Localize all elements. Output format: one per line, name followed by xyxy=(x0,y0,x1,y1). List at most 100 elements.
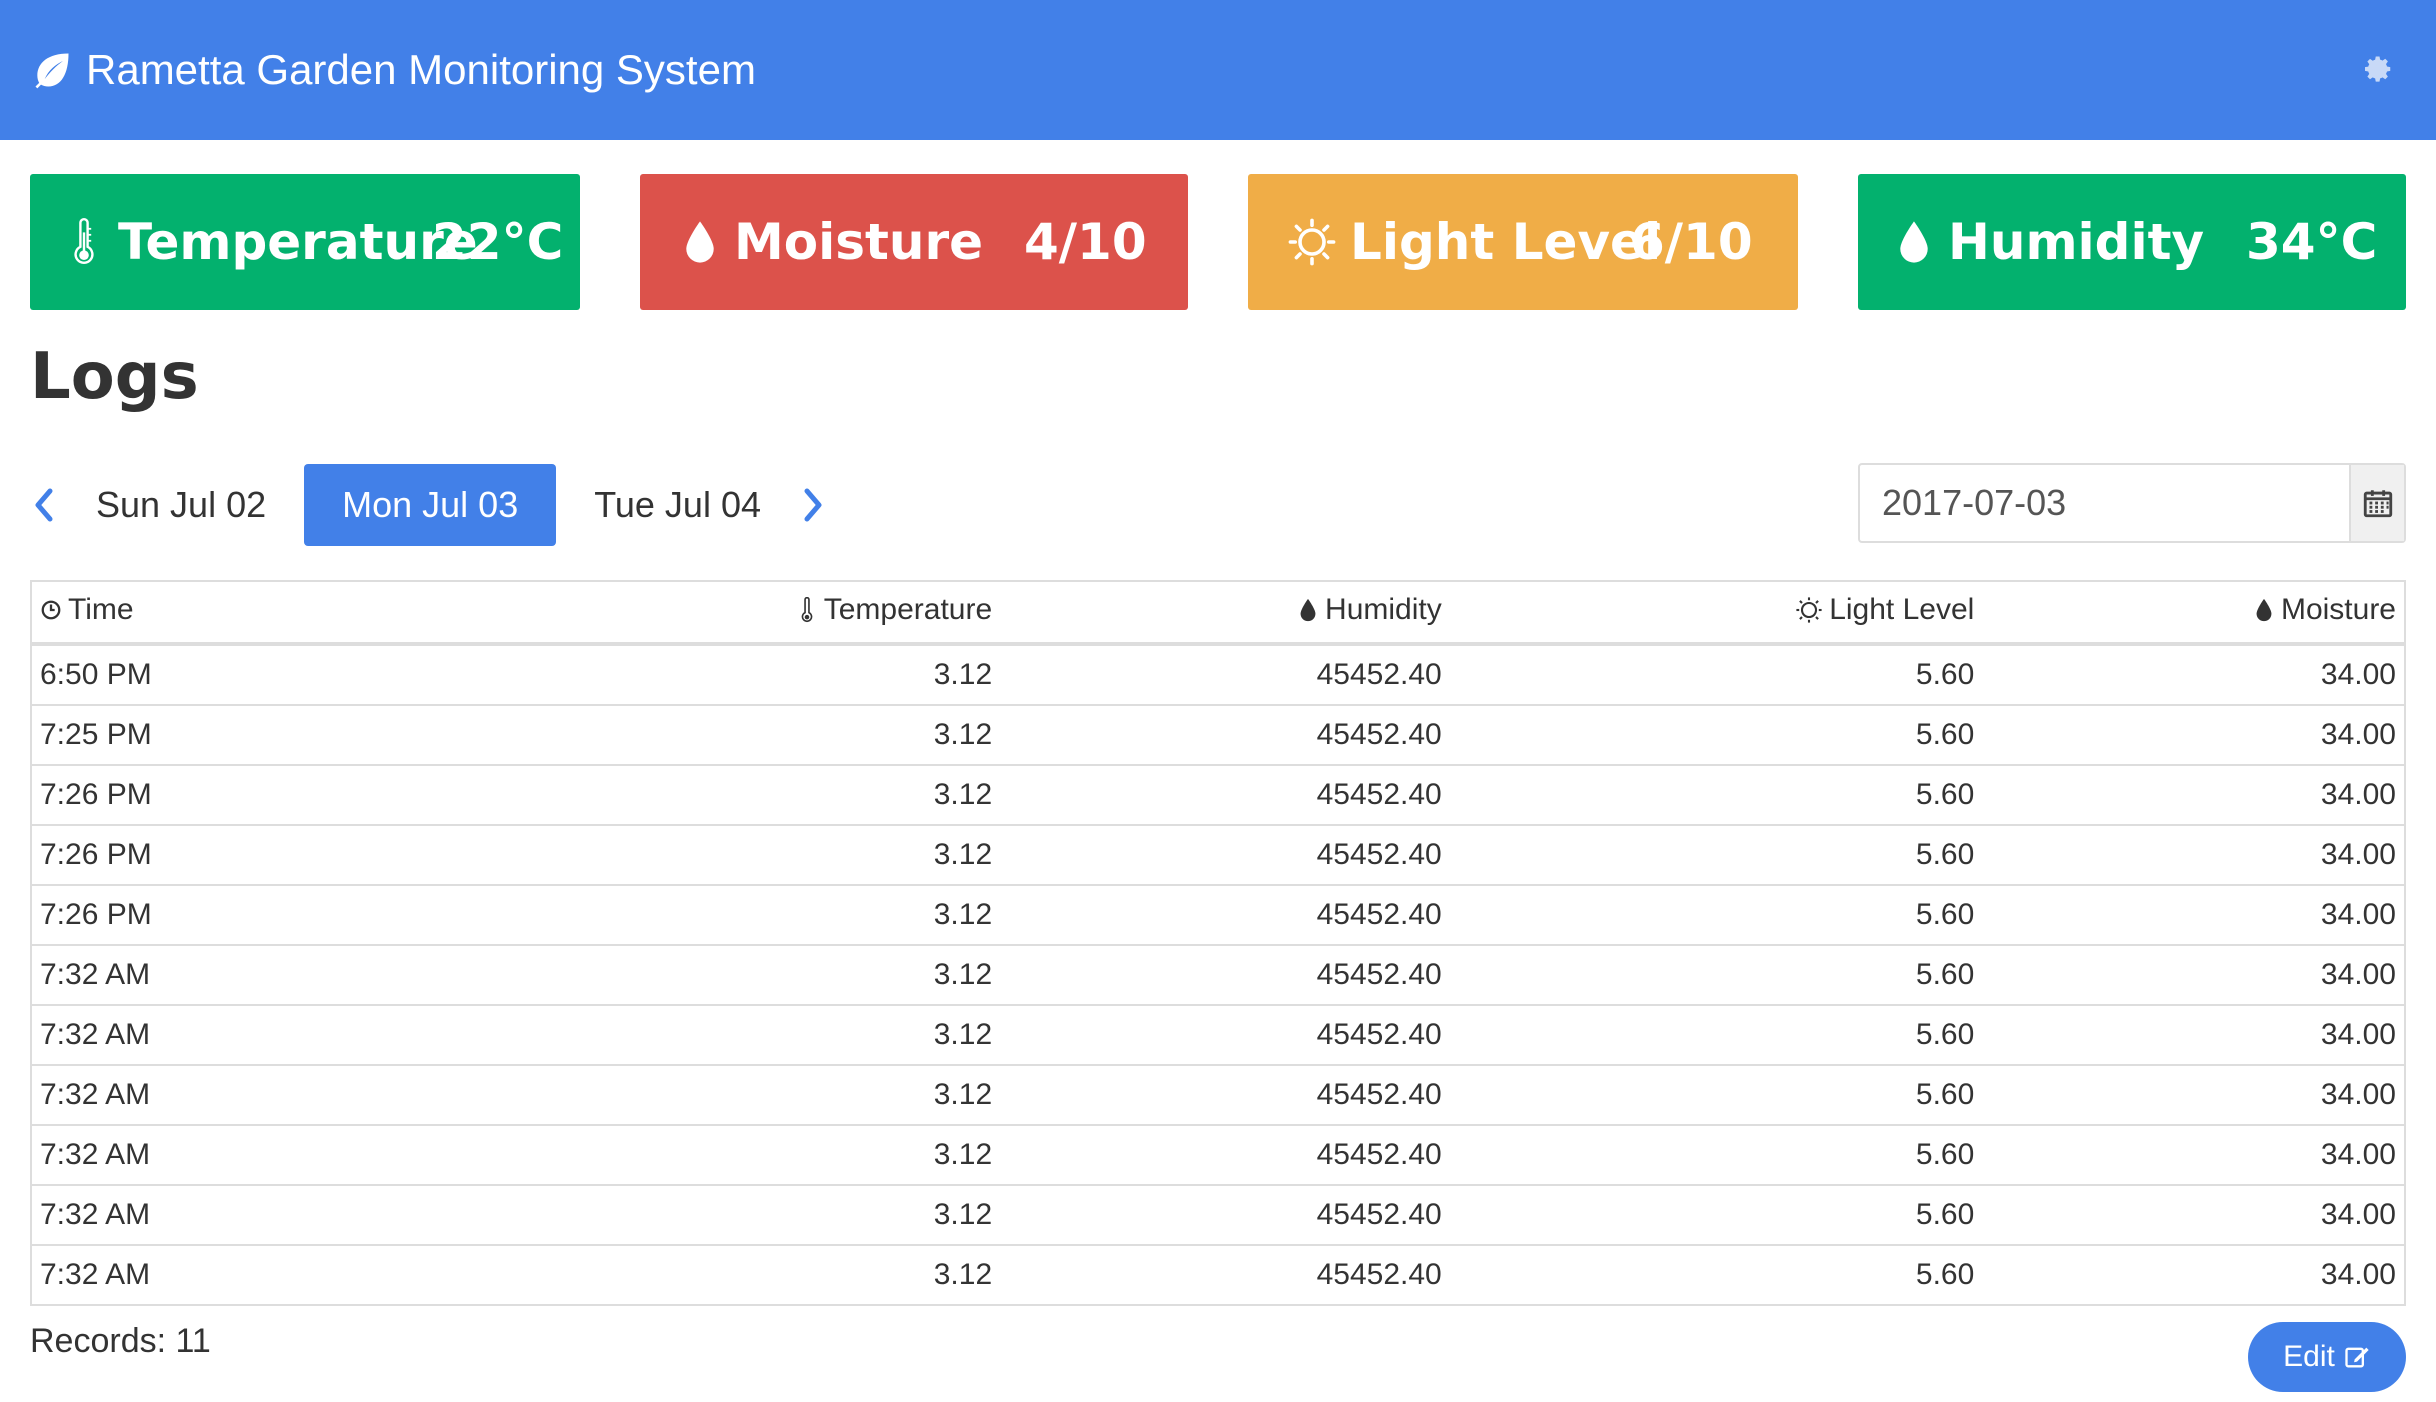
chevron-right-icon xyxy=(804,488,822,522)
cell-moisture: 34.00 xyxy=(1982,1004,2405,1065)
col-header-light-level[interactable]: Light Level xyxy=(1449,581,1983,646)
top-navbar: Rametta Garden Monitoring System xyxy=(0,0,2436,140)
logs-heading: Logs xyxy=(30,340,199,414)
col-header-time[interactable]: Time xyxy=(31,581,551,646)
cell-temperature: 3.12 xyxy=(550,704,1001,765)
next-day-arrow[interactable] xyxy=(799,485,827,525)
cell-humidity: 45452.40 xyxy=(1000,944,1450,1005)
col-header-moisture[interactable]: Moisture xyxy=(1982,581,2405,646)
moisture-card: Moisture 4/10 xyxy=(640,174,1188,310)
cell-moisture: 34.00 xyxy=(1982,1064,2405,1125)
cell-temperature: 3.12 xyxy=(550,884,1001,945)
date-link-prev[interactable]: Sun Jul 02 xyxy=(58,464,304,546)
app-title: Rametta Garden Monitoring System xyxy=(86,46,756,93)
cell-temperature: 3.12 xyxy=(550,1004,1001,1065)
cell-humidity: 45452.40 xyxy=(1000,884,1450,945)
cell-light-level: 5.60 xyxy=(1449,824,1983,885)
cell-light-level: 5.60 xyxy=(1449,1124,1983,1185)
moisture-label: Moisture xyxy=(734,213,984,271)
cell-time: 7:25 PM xyxy=(31,704,551,765)
col-header-temperature[interactable]: Temperature xyxy=(550,581,1001,646)
cell-moisture: 34.00 xyxy=(1982,1244,2405,1305)
chevron-left-icon xyxy=(35,488,53,522)
date-picker xyxy=(1858,463,2406,543)
humidity-label: Humidity xyxy=(1948,213,2205,271)
prev-day-arrow[interactable] xyxy=(30,485,58,525)
cell-light-level: 5.60 xyxy=(1449,884,1983,945)
drop-icon xyxy=(2256,598,2272,622)
thermometer-icon xyxy=(801,597,813,623)
cell-time: 7:32 AM xyxy=(31,1184,551,1245)
col-header-temperature-label: Temperature xyxy=(823,593,993,626)
gear-icon[interactable] xyxy=(2364,54,2394,84)
cell-moisture: 34.00 xyxy=(1982,643,2405,705)
date-link-current[interactable]: Mon Jul 03 xyxy=(304,464,557,546)
cell-time: 7:32 AM xyxy=(31,1124,551,1185)
cell-temperature: 3.12 xyxy=(550,1244,1001,1305)
cell-humidity: 45452.40 xyxy=(1000,764,1450,825)
col-header-moisture-label: Moisture xyxy=(2280,593,2396,626)
cell-light-level: 5.60 xyxy=(1449,643,1983,705)
table-row: 7:32 AM 3.12 45452.40 5.60 34.00 xyxy=(31,1064,2405,1125)
date-input[interactable] xyxy=(1860,465,2349,541)
cell-time: 7:26 PM xyxy=(31,884,551,945)
cell-temperature: 3.12 xyxy=(550,643,1001,705)
col-header-light-level-label: Light Level xyxy=(1829,592,1975,626)
cell-humidity: 45452.40 xyxy=(1000,704,1450,765)
humidity-value: 34°C xyxy=(2246,213,2378,271)
temperature-value: 22°C xyxy=(432,213,564,271)
col-header-time-label: Time xyxy=(68,593,134,626)
table-row: 7:26 PM 3.12 45452.40 5.60 34.00 xyxy=(31,764,2405,825)
cell-light-level: 5.60 xyxy=(1449,1184,1983,1245)
edit-button-label: Edit xyxy=(2283,1340,2335,1373)
col-header-humidity-label: Humidity xyxy=(1325,593,1442,626)
cell-temperature: 3.12 xyxy=(550,944,1001,1005)
cell-time: 7:32 AM xyxy=(31,1064,551,1125)
cell-light-level: 5.60 xyxy=(1449,1244,1983,1305)
cell-temperature: 3.12 xyxy=(550,764,1001,825)
cell-temperature: 3.12 xyxy=(550,824,1001,885)
leaf-icon xyxy=(35,53,69,89)
light-level-value: 6/10 xyxy=(1630,213,1753,271)
cell-moisture: 34.00 xyxy=(1982,704,2405,765)
cell-humidity: 45452.40 xyxy=(1000,1184,1450,1245)
col-header-humidity[interactable]: Humidity xyxy=(1000,581,1450,646)
cell-temperature: 3.12 xyxy=(550,1184,1001,1245)
cell-time: 7:26 PM xyxy=(31,824,551,885)
cell-humidity: 45452.40 xyxy=(1000,1244,1450,1305)
thermometer-icon xyxy=(74,218,94,264)
cell-light-level: 5.60 xyxy=(1449,944,1983,1005)
cell-time: 7:26 PM xyxy=(31,764,551,825)
cell-humidity: 45452.40 xyxy=(1000,1004,1450,1065)
temperature-card: Temperature 22°C xyxy=(30,174,580,310)
cell-humidity: 45452.40 xyxy=(1000,1124,1450,1185)
table-row: 7:32 AM 3.12 45452.40 5.60 34.00 xyxy=(31,1004,2405,1065)
edit-button[interactable]: Edit xyxy=(2248,1322,2406,1392)
calendar-icon xyxy=(2363,490,2392,518)
date-link-next[interactable]: Tue Jul 04 xyxy=(556,464,799,546)
humidity-card: Humidity 34°C xyxy=(1858,174,2406,310)
cell-humidity: 45452.40 xyxy=(1000,824,1450,885)
temperature-label: Temperature xyxy=(118,213,478,271)
cell-humidity: 45452.40 xyxy=(1000,1064,1450,1125)
logs-table: Time Temperature Humidity Light Level Mo… xyxy=(30,580,2406,1306)
table-row: 7:32 AM 3.12 45452.40 5.60 34.00 xyxy=(31,1244,2405,1305)
edit-icon xyxy=(2345,1347,2369,1368)
table-row: 7:32 AM 3.12 45452.40 5.60 34.00 xyxy=(31,1124,2405,1185)
cell-moisture: 34.00 xyxy=(1982,824,2405,885)
records-count: Records: 11 xyxy=(30,1322,211,1360)
cell-moisture: 34.00 xyxy=(1982,1184,2405,1245)
table-row: 6:50 PM 3.12 45452.40 5.60 34.00 xyxy=(31,643,2405,705)
sun-icon xyxy=(1796,596,1822,623)
logs-table-body: 6:50 PM 3.12 45452.40 5.60 34.00 7:25 PM… xyxy=(31,643,2405,1305)
app-brand[interactable]: Rametta Garden Monitoring System xyxy=(30,0,756,140)
date-navigation: Sun Jul 02 Mon Jul 03 Tue Jul 04 xyxy=(30,464,827,546)
cell-time: 6:50 PM xyxy=(31,643,551,705)
moisture-value: 4/10 xyxy=(1024,213,1147,271)
cell-moisture: 34.00 xyxy=(1982,944,2405,1005)
cell-temperature: 3.12 xyxy=(550,1124,1001,1185)
calendar-button[interactable] xyxy=(2349,465,2404,541)
cell-light-level: 5.60 xyxy=(1449,764,1983,825)
table-row: 7:26 PM 3.12 45452.40 5.60 34.00 xyxy=(31,824,2405,885)
cell-light-level: 5.60 xyxy=(1449,1004,1983,1065)
